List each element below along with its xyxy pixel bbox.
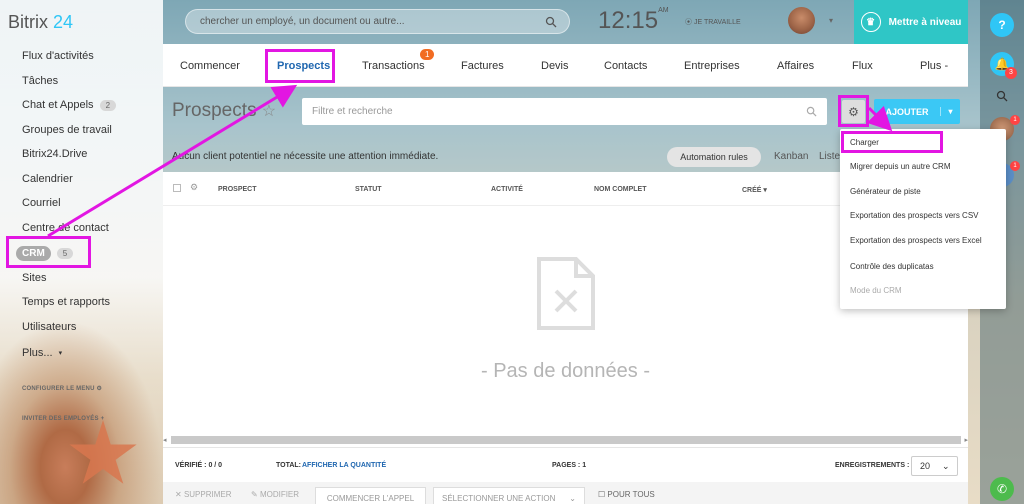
tab-devis[interactable]: Devis [541, 60, 569, 72]
tab-flux[interactable]: Flux [852, 60, 873, 72]
logo[interactable]: Bitrix 24 [8, 12, 73, 33]
chevron-down-icon[interactable]: ▾ [940, 107, 960, 116]
notice-text: Aucun client potentiel ne nécessite une … [172, 151, 439, 162]
chevron-down-icon: ▾ [58, 350, 63, 357]
automation-rules-button[interactable]: Automation rules [667, 147, 761, 167]
dropdown-item-mode-crm: Mode du CRM [850, 286, 902, 295]
page-title: Prospects ☆ [172, 100, 277, 121]
dropdown-item-export-csv[interactable]: Exportation des prospects vers CSV [850, 211, 979, 220]
badge: 1 [1010, 161, 1020, 171]
verified-count: VÉRIFIÉ : 0 / 0 [175, 462, 223, 469]
action-bar: ✕ SUPPRIMER ✎ MODIFIER COMMENCER L'APPEL… [163, 482, 968, 504]
menu-item-plus[interactable]: Plus... ▾ [22, 347, 62, 359]
search-icon [806, 106, 817, 117]
close-icon: ✕ [175, 490, 182, 499]
tab-factures[interactable]: Factures [461, 60, 504, 72]
chevron-down-icon: ⌄ [569, 493, 576, 503]
settings-dropdown: Charger Migrer depuis un autre CRM Génér… [840, 129, 1006, 309]
top-bar: chercher un employé, un document ou autr… [163, 0, 968, 44]
avatar[interactable] [788, 7, 815, 34]
tab-plus[interactable]: Plus - [920, 60, 948, 72]
select-all-checkbox[interactable] [173, 184, 181, 192]
menu-item-contact-center[interactable]: Centre de contact [22, 222, 109, 234]
menu-item-chat[interactable]: Chat et Appels 2 [22, 99, 117, 111]
grid-footer: VÉRIFIÉ : 0 / 0 TOTAL: AFFICHER LA QUANT… [163, 447, 968, 482]
star-icon[interactable]: ☆ [262, 103, 276, 120]
chevron-down-icon: ⌄ [942, 460, 950, 471]
phone-icon[interactable]: ✆ [990, 477, 1014, 501]
search-icon [545, 16, 557, 28]
delete-button[interactable]: ✕ SUPPRIMER [175, 490, 232, 499]
dropdown-item-migrer[interactable]: Migrer depuis un autre CRM [850, 162, 950, 171]
pages-count: PAGES : 1 [552, 462, 587, 469]
dropdown-item-export-excel[interactable]: Exportation des prospects vers Excel [850, 236, 982, 245]
clock[interactable]: 12:15AM [598, 7, 669, 35]
menu-item-sites[interactable]: Sites [22, 272, 46, 284]
invite-employees-link[interactable]: INVITER DES EMPLOYÉS + [22, 416, 104, 422]
tab-affaires[interactable]: Affaires [777, 60, 814, 72]
tab-contacts[interactable]: Contacts [604, 60, 647, 72]
gear-icon: ⚙ [96, 386, 103, 392]
global-search-input[interactable]: chercher un employé, un document ou autr… [185, 9, 570, 34]
tab-entreprises[interactable]: Entreprises [684, 60, 740, 72]
empty-state-text: - Pas de données - [481, 360, 650, 382]
checkbox-icon: ☐ [598, 490, 606, 499]
status-dot-icon: ⦿ [685, 19, 692, 26]
menu-item-courriel[interactable]: Courriel [22, 197, 61, 209]
configure-menu-link[interactable]: CONFIGURER LE MENU ⚙ [22, 385, 102, 392]
menu-item-utilisateurs[interactable]: Utilisateurs [22, 321, 76, 333]
menu-item-groupes[interactable]: Groupes de travail [22, 124, 112, 136]
for-all-checkbox[interactable]: ☐ POUR TOUS [598, 490, 655, 499]
chevron-down-icon[interactable]: ▾ [829, 16, 833, 25]
view-kanban[interactable]: Kanban [774, 151, 808, 162]
scroll-left-arrow[interactable]: ◂ [163, 436, 167, 444]
menu-item-taches[interactable]: Tâches [22, 75, 58, 87]
highlight-box [841, 131, 943, 153]
column-header[interactable]: CRÉÉ ▾ [742, 186, 767, 194]
upgrade-button[interactable]: ♛ Mettre à niveau [854, 0, 968, 44]
dropdown-item-duplicatas[interactable]: Contrôle des duplicatas [850, 262, 934, 271]
notification-count: 3 [1005, 67, 1017, 79]
filter-search-input[interactable]: Filtre et recherche [302, 98, 827, 125]
column-header[interactable]: NOM COMPLET [594, 186, 647, 193]
count-badge: 2 [99, 99, 117, 111]
menu-item-drive[interactable]: Bitrix24.Drive [22, 148, 87, 160]
edit-button[interactable]: ✎ MODIFIER [251, 490, 299, 499]
records-label: ENREGISTREMENTS : [835, 462, 910, 469]
gear-icon[interactable]: ⚙ [190, 182, 198, 193]
search-icon[interactable] [990, 84, 1014, 108]
pencil-icon: ✎ [251, 490, 258, 499]
highlight-box [838, 95, 869, 127]
menu-item-temps[interactable]: Temps et rapports [22, 296, 110, 308]
highlight-box [6, 236, 91, 268]
column-header[interactable]: STATUT [355, 186, 382, 193]
view-list[interactable]: Liste [819, 151, 840, 162]
work-status[interactable]: ⦿ JE TRAVAILLE [685, 17, 741, 27]
column-header[interactable]: ACTIVITÉ [491, 186, 523, 193]
tab-transactions[interactable]: Transactions [362, 60, 425, 72]
menu-item-calendrier[interactable]: Calendrier [22, 173, 73, 185]
column-header[interactable]: PROSPECT [218, 186, 257, 193]
tab-commencer[interactable]: Commencer [180, 60, 240, 72]
count-badge: 1 [420, 49, 435, 60]
start-call-button[interactable]: COMMENCER L'APPEL [315, 487, 426, 504]
dropdown-item-generateur[interactable]: Générateur de piste [850, 187, 921, 196]
per-page-select[interactable]: 20 ⌄ [911, 456, 958, 476]
show-quantity-link[interactable]: AFFICHER LA QUANTITÉ [302, 462, 386, 469]
help-icon[interactable]: ? [990, 13, 1014, 37]
empty-file-icon [537, 257, 595, 330]
scroll-right-arrow[interactable]: ▸ [964, 436, 968, 444]
select-action-dropdown[interactable]: SÉLECTIONNER UNE ACTION ⌄ [433, 487, 585, 504]
menu-item-flux[interactable]: Flux d'activités [22, 50, 94, 62]
crown-icon: ♛ [860, 12, 881, 32]
highlight-box [265, 49, 335, 83]
total-label: TOTAL: [276, 462, 302, 469]
chevron-down-icon: ▾ [763, 187, 767, 194]
horizontal-scrollbar[interactable] [171, 436, 961, 444]
add-button[interactable]: AJOUTER ▾ [874, 99, 960, 124]
plus-icon: + [100, 416, 105, 422]
badge: 1 [1010, 115, 1020, 125]
